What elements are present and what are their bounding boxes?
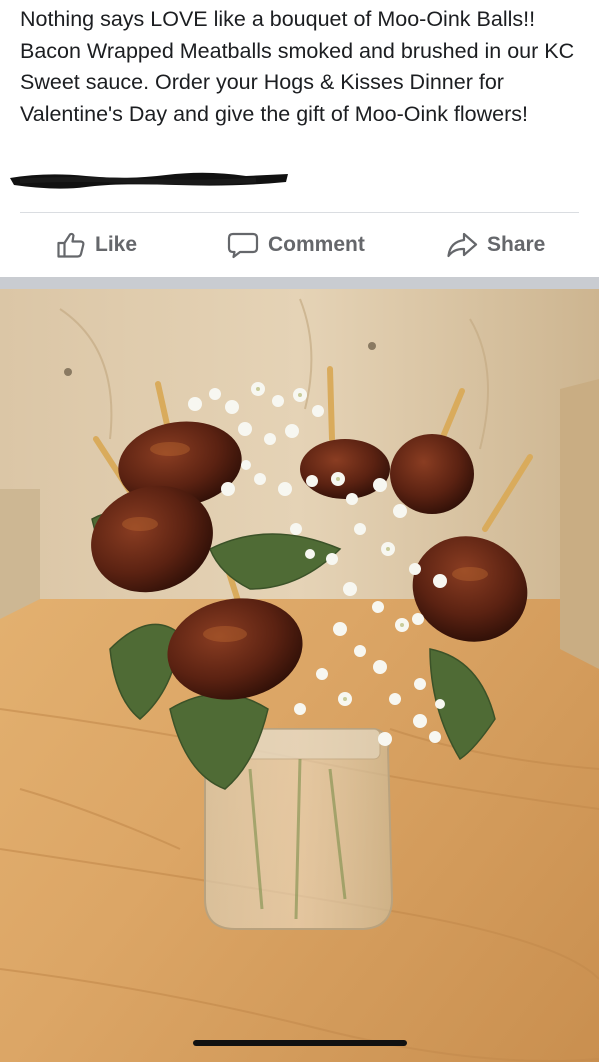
redaction-scribble	[10, 172, 288, 189]
post-text: Nothing says LOVE like a bouquet of Moo-…	[20, 7, 575, 126]
share-arrow-icon	[447, 232, 478, 258]
home-indicator	[193, 1040, 407, 1046]
like-button[interactable]: Like	[56, 213, 137, 277]
share-label: Share	[487, 233, 546, 256]
post-separator	[0, 277, 599, 289]
comment-label: Comment	[268, 233, 365, 256]
share-button[interactable]: Share	[446, 213, 545, 277]
thumbs-up-icon	[57, 232, 85, 258]
post-photo[interactable]	[0, 289, 599, 1062]
like-label: Like	[95, 233, 138, 256]
action-bar: Like Comment Share	[0, 213, 599, 277]
speech-bubble-icon	[227, 232, 259, 259]
comment-button[interactable]: Comment	[227, 213, 365, 277]
bouquet-photo-image	[0, 289, 599, 1062]
